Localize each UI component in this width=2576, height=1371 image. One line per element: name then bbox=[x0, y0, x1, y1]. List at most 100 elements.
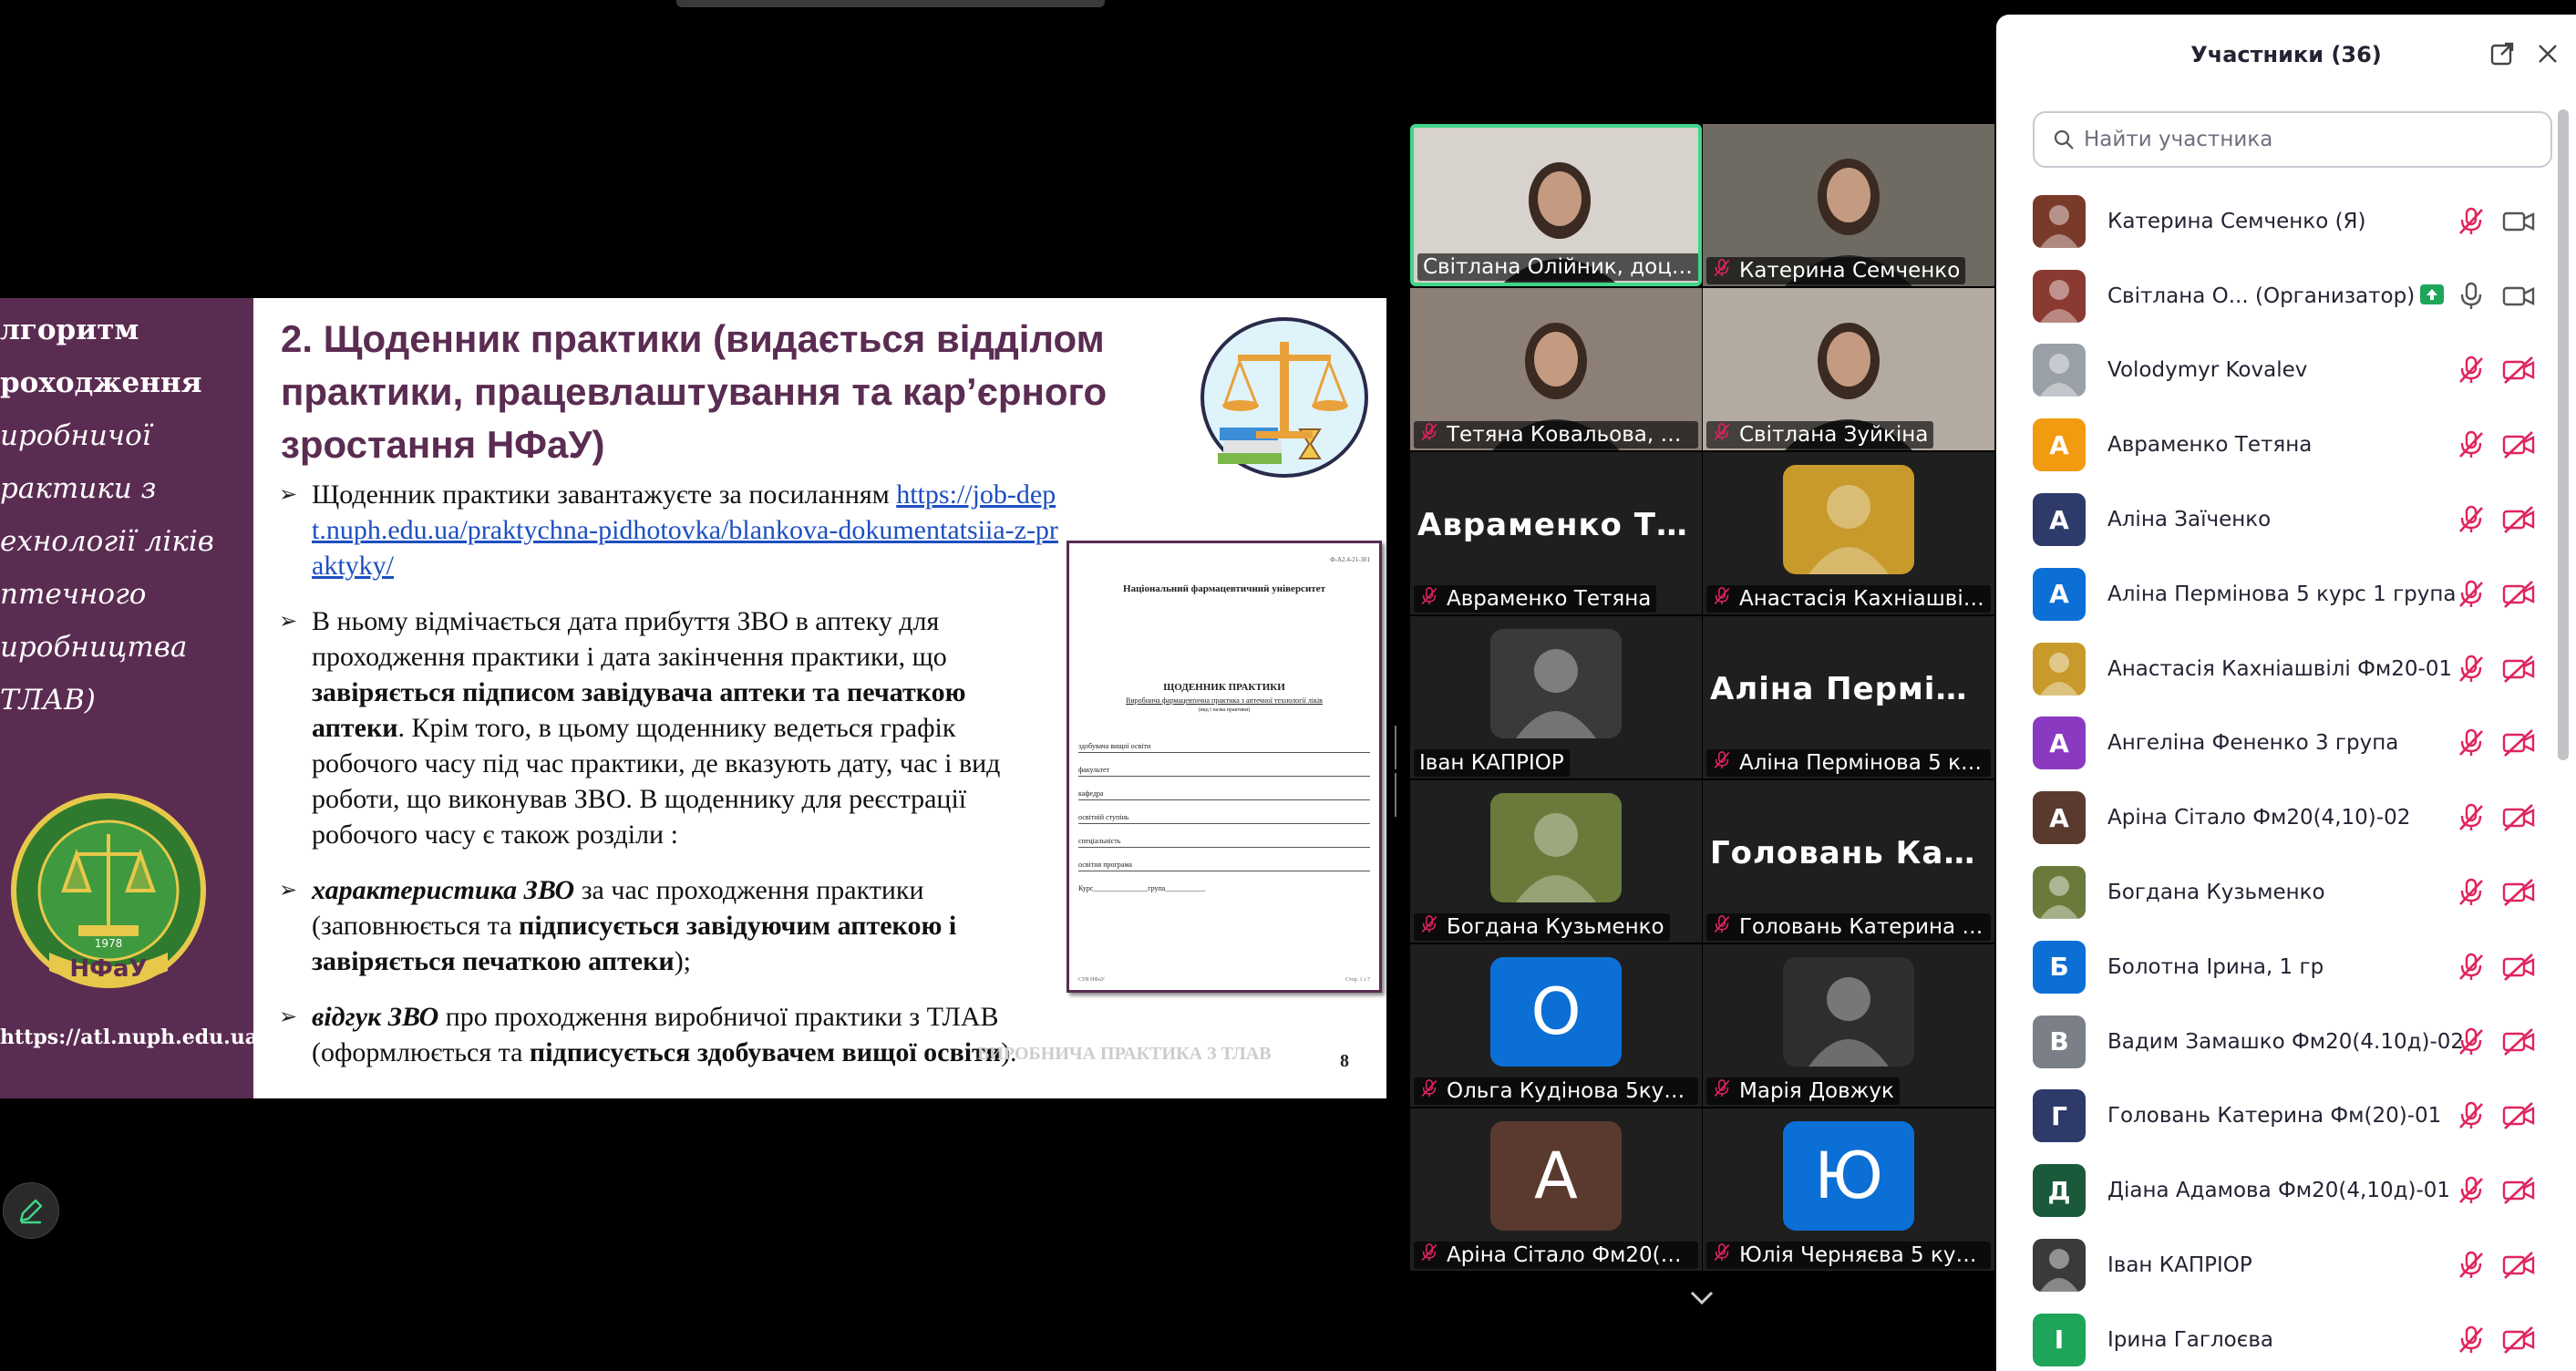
video-name-text: Катерина Семченко bbox=[1739, 259, 1961, 283]
top-drag-handle[interactable] bbox=[676, 0, 1105, 7]
participant-name-text: Ірина Гаглоєва bbox=[2107, 1327, 2274, 1352]
participant-camera-toggle[interactable] bbox=[2501, 355, 2536, 386]
panel-splitter-handle[interactable] bbox=[1395, 726, 1400, 817]
participant-mic-toggle[interactable] bbox=[2456, 654, 2487, 685]
participant-photo bbox=[1490, 793, 1622, 902]
participant-mic-toggle[interactable] bbox=[2456, 952, 2487, 983]
participant-camera-toggle[interactable] bbox=[2501, 727, 2536, 758]
video-name-text: Головань Катерина Фм... bbox=[1739, 915, 1985, 939]
participant-mic-toggle[interactable] bbox=[2456, 1250, 2487, 1281]
participant-camera-toggle[interactable] bbox=[2501, 802, 2536, 833]
participant-letter-avatar: Б bbox=[2033, 940, 2086, 994]
camera-off-icon bbox=[2502, 1027, 2535, 1056]
participant-row[interactable]: Д Діана Адамова Фм20(4,10д)-01 bbox=[1996, 1153, 2552, 1228]
participant-mic-toggle[interactable] bbox=[2456, 1325, 2487, 1356]
participant-camera-toggle[interactable] bbox=[2501, 1325, 2536, 1356]
participant-row[interactable]: А Ангеліна Фененко 3 група bbox=[1996, 706, 2552, 781]
participant-camera-toggle[interactable] bbox=[2501, 1250, 2536, 1281]
participant-camera-toggle[interactable] bbox=[2501, 877, 2536, 908]
participant-camera-toggle[interactable] bbox=[2501, 281, 2536, 312]
participant-letter-avatar: А bbox=[2033, 493, 2086, 547]
person-silhouette-icon bbox=[1808, 485, 1889, 574]
participant-camera-toggle[interactable] bbox=[2501, 1026, 2536, 1057]
participant-row[interactable]: Світлана О... (Организатор) bbox=[1996, 259, 2552, 334]
chevron-down-icon[interactable] bbox=[1686, 1283, 1717, 1311]
video-tile[interactable]: Авраменко Тет... Авраменко Тетяна bbox=[1410, 452, 1702, 614]
participant-row[interactable]: Богдана Кузьменко bbox=[1996, 855, 2552, 930]
participant-name: Болотна Ірина, 1 гр bbox=[2107, 955, 2324, 979]
video-tile[interactable]: Світлана Зуйкіна bbox=[1703, 288, 1994, 450]
participants-scrollbar[interactable] bbox=[2558, 109, 2569, 760]
video-tile[interactable]: Богдана Кузьменко bbox=[1410, 780, 1702, 943]
video-tile[interactable]: Іван КАПРІОР bbox=[1410, 616, 1702, 778]
participant-name: Аліна Заїченко bbox=[2107, 508, 2271, 531]
video-tile[interactable]: О Ольга Кудінова 5курс ... bbox=[1410, 944, 1702, 1107]
video-tile[interactable]: Аліна Пермінo... Аліна Пермінова 5 кур..… bbox=[1703, 616, 1994, 778]
video-tile[interactable]: Головань Катер... Головань Катерина Фм..… bbox=[1703, 780, 1994, 943]
participant-camera-toggle[interactable] bbox=[2501, 1175, 2536, 1206]
video-tile[interactable]: Марія Довжук bbox=[1703, 944, 1994, 1107]
annotate-button[interactable] bbox=[3, 1182, 59, 1239]
participant-mic-toggle[interactable] bbox=[2456, 206, 2487, 237]
participant-row[interactable]: Г Головань Катерина Фм(20)-01 bbox=[1996, 1079, 2552, 1154]
video-tile[interactable]: Світлана Олійник, доцент ... bbox=[1410, 124, 1702, 286]
video-tile[interactable]: Тетяна Ковальова, доц... bbox=[1410, 288, 1702, 450]
participant-camera-toggle[interactable] bbox=[2501, 206, 2536, 237]
participant-camera-toggle[interactable] bbox=[2501, 654, 2536, 685]
video-tile[interactable]: А Аріна Сітало Фм20(4,1... bbox=[1410, 1108, 1702, 1271]
participant-mic-toggle[interactable] bbox=[2456, 355, 2487, 386]
mic-icon bbox=[2460, 282, 2482, 309]
participant-letter-avatar: Г bbox=[2033, 1089, 2086, 1143]
video-name-text: Аріна Сітало Фм20(4,1... bbox=[1447, 1243, 1693, 1267]
participant-avatar-photo bbox=[2033, 1239, 2086, 1293]
participant-row[interactable]: Volodymyr Kovalev bbox=[1996, 334, 2552, 408]
participant-search[interactable] bbox=[2033, 111, 2552, 168]
participant-camera-toggle[interactable] bbox=[2501, 1100, 2536, 1131]
participant-camera-toggle[interactable] bbox=[2501, 429, 2536, 460]
mic-muted-icon bbox=[2459, 505, 2483, 533]
participant-mic-toggle[interactable] bbox=[2456, 802, 2487, 833]
participant-letter-avatar: О bbox=[1490, 957, 1622, 1067]
popout-icon[interactable] bbox=[2488, 40, 2516, 67]
participant-name: Аріна Сітало Фм20(4,10)-02 bbox=[2107, 806, 2410, 830]
participant-row[interactable]: В Вадим Замашко Фм20(4.10д)-02 bbox=[1996, 1005, 2552, 1079]
mic-muted-icon bbox=[2459, 580, 2483, 607]
participant-camera-toggle[interactable] bbox=[2501, 952, 2536, 983]
participant-row[interactable]: А Авраменко Тетяна bbox=[1996, 407, 2552, 482]
participant-mic-toggle[interactable] bbox=[2456, 1175, 2487, 1206]
participant-row[interactable]: Б Болотна Ірина, 1 гр bbox=[1996, 930, 2552, 1005]
participant-mic-toggle[interactable] bbox=[2456, 579, 2487, 610]
participant-avatar-photo bbox=[2033, 344, 2086, 397]
video-tile[interactable]: Катерина Семченко bbox=[1703, 124, 1994, 286]
search-input[interactable] bbox=[2084, 128, 2540, 151]
participant-row[interactable]: Катерина Семченко (Я) bbox=[1996, 184, 2552, 259]
participant-mic-toggle[interactable] bbox=[2456, 877, 2487, 908]
participant-mic-toggle[interactable] bbox=[2456, 727, 2487, 758]
diary-document-image: Ф-А2.4-21-301 Національний фармацевтични… bbox=[1066, 541, 1382, 993]
participant-mic-toggle[interactable] bbox=[2456, 504, 2487, 535]
participant-row[interactable]: Іван КАПРІОР bbox=[1996, 1228, 2552, 1303]
left-title-line: лгоритм bbox=[0, 314, 139, 346]
participant-row[interactable]: А Аліна Пермінова 5 курс 1 група bbox=[1996, 557, 2552, 632]
bullet-characteristic: характеристика ЗВО за час проходження пр… bbox=[279, 872, 1026, 979]
participant-row[interactable]: І Ірина Гаглоєва bbox=[1996, 1303, 2552, 1371]
participant-letter-avatar: А bbox=[1490, 1121, 1622, 1231]
camera-off-icon bbox=[2502, 879, 2535, 907]
close-icon[interactable] bbox=[2534, 40, 2561, 67]
participant-row[interactable]: Анастасія Кахніашвілі Фм20-01 bbox=[1996, 632, 2552, 706]
participant-row[interactable]: А Аріна Сітало Фм20(4,10)-02 bbox=[1996, 780, 2552, 855]
video-tile[interactable]: Ю Юлія Черняєва 5 курс ... bbox=[1703, 1108, 1994, 1271]
participant-row[interactable]: А Аліна Заїченко bbox=[1996, 482, 2552, 557]
diary-field: факультет bbox=[1078, 753, 1370, 777]
participant-mic-toggle[interactable] bbox=[2456, 281, 2487, 312]
left-title-line: роходження bbox=[0, 366, 202, 399]
participant-mic-toggle[interactable] bbox=[2456, 429, 2487, 460]
participant-name: Аліна Пермінова 5 курс 1 група bbox=[2107, 582, 2457, 606]
participant-mic-toggle[interactable] bbox=[2456, 1100, 2487, 1131]
video-tile[interactable]: Анастасія Кахніашвілі ... bbox=[1703, 452, 1994, 614]
participant-camera-toggle[interactable] bbox=[2501, 504, 2536, 535]
participant-mic-toggle[interactable] bbox=[2456, 1026, 2487, 1057]
camera-off-icon bbox=[2502, 506, 2535, 534]
participant-name-text: Діана Адамова Фм20(4,10д)-01 bbox=[2107, 1179, 2451, 1203]
participant-camera-toggle[interactable] bbox=[2501, 579, 2536, 610]
